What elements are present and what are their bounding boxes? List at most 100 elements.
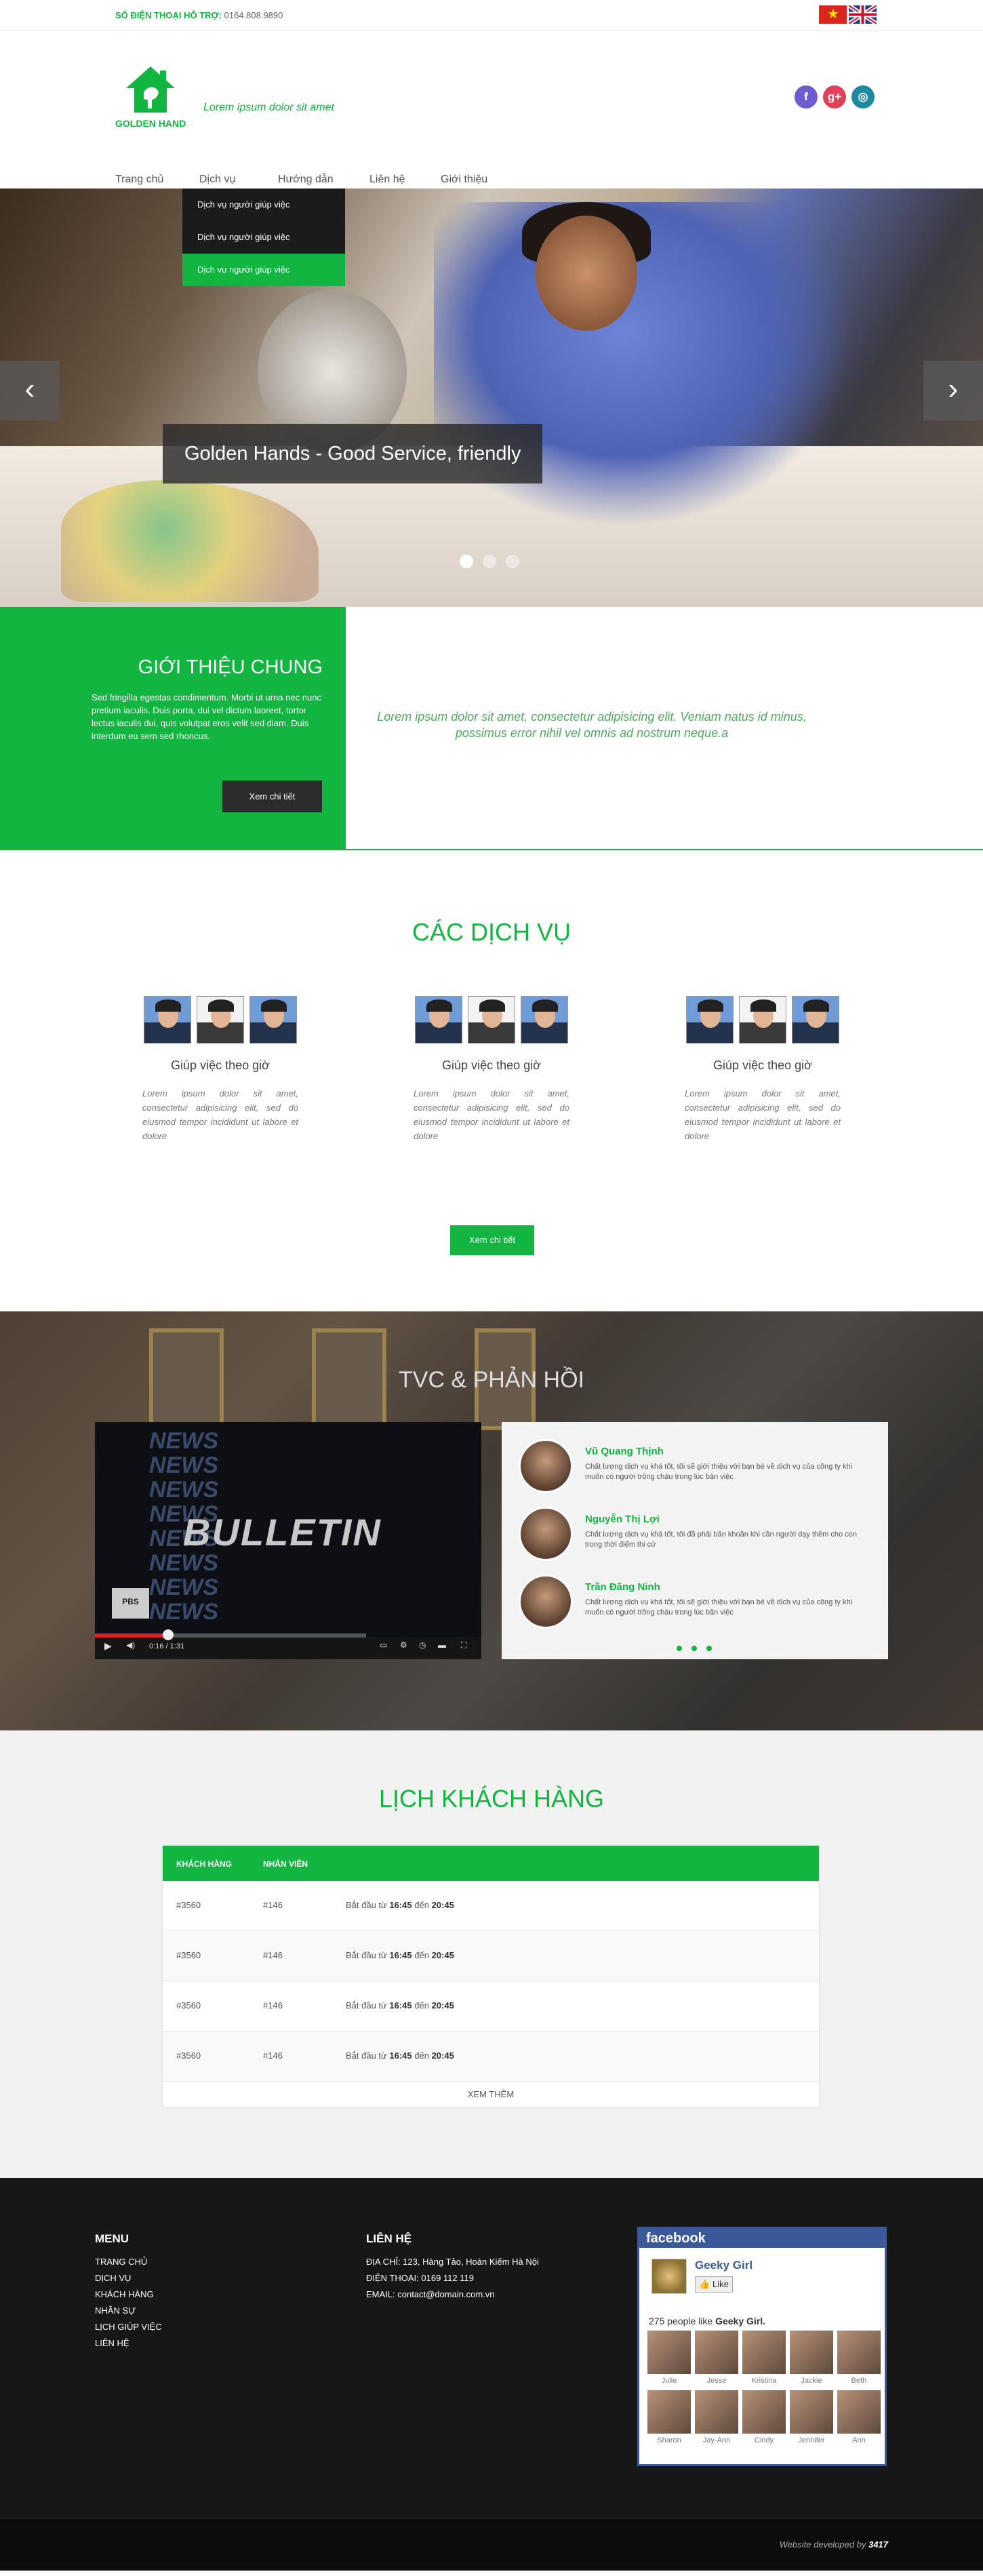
settings-icon[interactable]: ⚙ <box>400 1640 407 1650</box>
prev-slide-button[interactable]: ‹ <box>0 361 60 420</box>
next-slide-button[interactable]: › <box>923 361 983 420</box>
time-cell: Bắt đầu từ 16:45 đến 20:45 <box>346 1950 454 1960</box>
instagram-icon[interactable]: ◎ <box>851 85 875 108</box>
phone-number: 0164.808.9890 <box>224 10 283 20</box>
watch-later-icon[interactable]: ◷ <box>419 1640 426 1650</box>
staff-photo <box>415 996 462 1044</box>
page-avatar[interactable] <box>651 2259 687 2294</box>
tagline: Lorem ipsum dolor sit amet <box>203 102 334 113</box>
hero-slider: ‹ › Golden Hands - Good Service, friendl… <box>0 189 983 607</box>
vietnam-flag-icon[interactable] <box>819 5 847 24</box>
site-logo[interactable]: GOLDEN HAND <box>115 65 190 133</box>
friend-item[interactable]: Beth <box>837 2331 881 2385</box>
review-text: Chất lượng dịch vụ khá tốt, tôi sẽ giới … <box>585 1463 853 1481</box>
table-row[interactable]: #3560 #146 Bắt đầu từ 16:45 đến 20:45 <box>163 2032 819 2082</box>
intro-quote: Lorem ipsum dolor sit amet, consectetur … <box>377 710 807 740</box>
staff-photo <box>197 996 244 1044</box>
avatar <box>519 1507 573 1561</box>
table-header: KHÁCH HÀNG NHÂN VIÊN <box>163 1846 819 1881</box>
nav-home[interactable]: Trang chủ <box>115 174 163 186</box>
facebook-widget: facebook Geeky Girl 👍 Like 275 people li… <box>637 2227 887 2466</box>
like-count: 275 people like Geeky Girl. <box>649 2316 766 2326</box>
staff-cell: #146 <box>263 2000 283 2010</box>
footer-link[interactable]: LIÊN HỆ <box>95 2335 162 2352</box>
video-scrubber[interactable] <box>163 1629 174 1640</box>
intro-details-button[interactable]: Xem chi tiết <box>222 780 322 812</box>
friend-item[interactable]: Jackie <box>790 2331 833 2385</box>
contact-email[interactable]: EMAIL: contact@domain.com.vn <box>366 2286 539 2303</box>
friend-item[interactable]: Cindy <box>742 2390 786 2444</box>
review-dot[interactable] <box>706 1646 712 1651</box>
slide-dot[interactable] <box>483 555 496 568</box>
slide-dot[interactable] <box>460 555 473 568</box>
footer-menu: TRANG CHỦ DỊCH VỤ KHÁCH HÀNG NHÂN SỰ LỊC… <box>95 2254 162 2352</box>
staff-photos <box>414 996 569 1044</box>
staff-photo <box>144 996 191 1044</box>
captions-icon[interactable]: ▭ <box>380 1640 387 1650</box>
service-title: Giúp việc theo giờ <box>713 1058 812 1072</box>
like-button[interactable]: 👍 Like <box>695 2276 733 2293</box>
fullscreen-icon[interactable]: ⛶ <box>461 1640 466 1650</box>
slide-dot[interactable] <box>506 555 519 568</box>
dropdown-item[interactable]: Dịch vụ người giúp việc <box>182 189 345 221</box>
intro-section: GIỚI THIỆU CHUNG Sed fringilla egestas c… <box>0 607 983 850</box>
service-card[interactable]: Giúp việc theo giờ Lorem ipsum dolor sit… <box>414 996 569 1143</box>
friend-item[interactable]: Sharon <box>647 2390 691 2444</box>
client-cell: #3560 <box>176 2000 201 2010</box>
site-footer: MENU TRANG CHỦ DỊCH VỤ KHÁCH HÀNG NHÂN S… <box>0 2178 983 2518</box>
friend-item[interactable]: Kristina <box>742 2331 786 2385</box>
volume-icon[interactable]: ◀) <box>126 1640 135 1650</box>
table-row[interactable]: #3560 #146 Bắt đầu từ 16:45 đến 20:45 <box>163 1881 819 1931</box>
nav-guide[interactable]: Hướng dẫn <box>278 174 334 186</box>
top-bar: SỐ ĐIỆN THOẠI HỖ TRỢ: 0164.808.9890 <box>0 0 983 31</box>
friend-item[interactable]: Jay-Ann <box>695 2390 738 2444</box>
nav-contact[interactable]: Liên hệ <box>369 174 405 186</box>
reviewer-name: Nguyễn Thị Lợi <box>585 1513 660 1525</box>
slide-caption: Golden Hands - Good Service, friendly <box>163 424 542 483</box>
nav-services[interactable]: Dịch vụ <box>199 174 235 186</box>
review-dot[interactable] <box>677 1646 682 1651</box>
footer-link[interactable]: NHÂN SỰ <box>95 2303 162 2319</box>
services-details-button[interactable]: Xem chi tiết <box>450 1225 534 1255</box>
uk-flag-icon[interactable] <box>849 5 877 24</box>
dropdown-item-selected[interactable]: Dịch vụ người giúp việc <box>182 254 345 286</box>
video-progress-bar[interactable] <box>95 1633 366 1638</box>
service-text: Lorem ipsum dolor sit amet, consectetur … <box>685 1088 841 1141</box>
table-row[interactable]: #3560 #146 Bắt đầu từ 16:45 đến 20:45 <box>163 1931 819 1981</box>
logo-name: GOLDEN HAND <box>115 118 186 129</box>
column-header: NHÂN VIÊN <box>263 1859 308 1869</box>
google-plus-icon[interactable]: g+ <box>823 85 846 108</box>
avatar <box>519 1574 573 1629</box>
facebook-icon[interactable]: f <box>795 85 818 108</box>
theater-mode-icon[interactable]: ▬ <box>438 1640 446 1650</box>
friend-item[interactable]: Jennifer <box>790 2390 833 2444</box>
page-name[interactable]: Geeky Girl <box>695 2259 753 2272</box>
service-card[interactable]: Giúp việc theo giờ Lorem ipsum dolor sit… <box>142 996 298 1143</box>
review-dot[interactable] <box>691 1646 697 1651</box>
service-card[interactable]: Giúp việc theo giờ Lorem ipsum dolor sit… <box>685 996 841 1143</box>
footer-link[interactable]: DỊCH VỤ <box>95 2270 162 2286</box>
friend-avatar <box>742 2331 786 2374</box>
play-icon[interactable]: ▶ <box>104 1640 112 1652</box>
contact-phone: ĐIỆN THOẠI: 0169 112 119 <box>366 2273 474 2283</box>
services-section: CÁC DỊCH VỤ Giúp việc theo giờ Lorem ips… <box>0 850 983 1311</box>
services-dropdown: Dịch vụ người giúp việc Dịch vụ người gi… <box>182 189 345 286</box>
staff-cell: #146 <box>263 1950 283 1960</box>
hero-image-face <box>536 216 637 331</box>
video-player[interactable]: NEWS NEWS NEWS NEWS NEWS NEWS NEWS NEWS BULLETI… <box>95 1422 481 1659</box>
friend-item[interactable]: Julie <box>647 2331 691 2385</box>
friend-item[interactable]: Ann <box>837 2390 881 2444</box>
table-row[interactable]: #3560 #146 Bắt đầu từ 16:45 đến 20:45 <box>163 1981 819 2032</box>
friend-item[interactable]: Jesse <box>695 2331 738 2385</box>
intro-panel: GIỚI THIỆU CHUNG Sed fringilla egestas c… <box>0 607 346 850</box>
tvc-title: TVC & PHẢN HỒI <box>399 1367 584 1393</box>
dropdown-item[interactable]: Dịch vụ người giúp việc <box>182 221 345 254</box>
nav-about[interactable]: Giới thiệu <box>441 174 487 186</box>
footer-link[interactable]: KHÁCH HÀNG <box>95 2286 162 2303</box>
site-header: GOLDEN HAND Lorem ipsum dolor sit amet f… <box>0 31 983 193</box>
footer-link[interactable]: TRANG CHỦ <box>95 2254 162 2270</box>
footer-link[interactable]: LỊCH GIÚP VIỆC <box>95 2319 162 2335</box>
footer-menu-title: MENU <box>95 2232 129 2245</box>
intro-text: Sed fringilla egestas condimentum. Morbi… <box>92 692 321 741</box>
view-more-link[interactable]: XEM THÊM <box>163 2082 819 2107</box>
